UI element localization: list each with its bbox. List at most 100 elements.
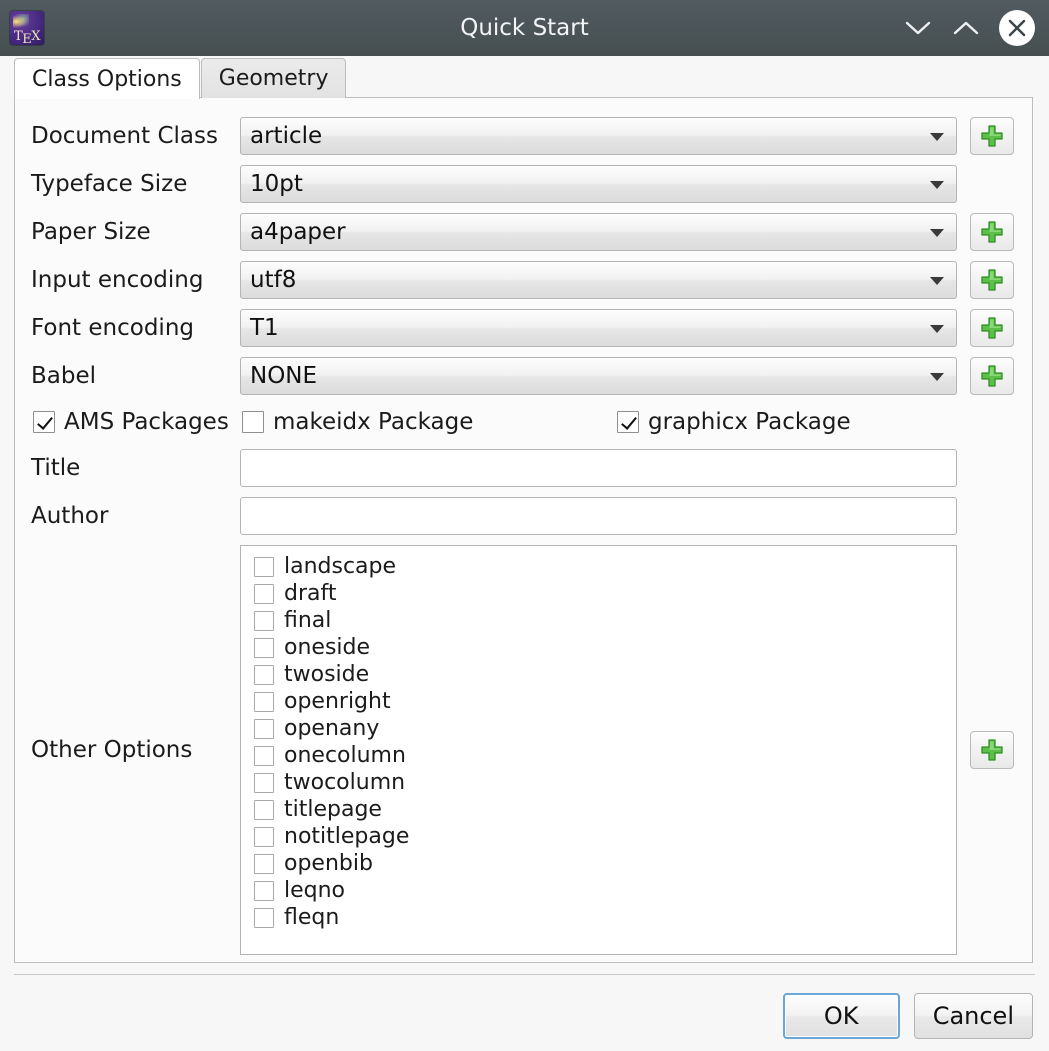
title-input[interactable] [240, 449, 957, 487]
option-item[interactable]: openany [254, 715, 956, 742]
option-label: openright [284, 689, 391, 714]
option-label: fleqn [284, 905, 339, 930]
logo-tex-text: TEX [10, 30, 44, 43]
class-options-panel: Document Class article Typeface Size [14, 98, 1033, 963]
option-item[interactable]: titlepage [254, 796, 956, 823]
combobox-document-class-value: article [250, 123, 322, 149]
chevron-down-icon [930, 229, 944, 237]
combobox-paper-size[interactable]: a4paper [240, 213, 957, 251]
author-spacer [970, 497, 1014, 535]
checkbox-ams-packages-box [33, 411, 55, 433]
option-checkbox [254, 854, 274, 874]
option-label: notitlepage [284, 824, 409, 849]
option-checkbox [254, 827, 274, 847]
combobox-paper-size-value: a4paper [250, 219, 346, 245]
option-item[interactable]: draft [254, 580, 956, 607]
option-checkbox [254, 908, 274, 928]
add-babel-button[interactable] [970, 357, 1014, 395]
add-icon [979, 363, 1005, 389]
tab-geometry-label: Geometry [219, 66, 329, 91]
label-input-encoding: Input encoding [31, 267, 240, 293]
option-item[interactable]: final [254, 607, 956, 634]
other-options-add-wrap [970, 545, 1014, 955]
dialog-footer: OK Cancel [0, 981, 1049, 1051]
add-icon [979, 315, 1005, 341]
footer-separator [14, 974, 1035, 975]
checkbox-makeidx-package-label: makeidx Package [273, 409, 473, 435]
option-label: draft [284, 581, 336, 606]
add-other-option-button[interactable] [970, 731, 1014, 769]
combobox-document-class[interactable]: article [240, 117, 957, 155]
label-font-encoding: Font encoding [31, 315, 240, 341]
label-babel: Babel [31, 363, 240, 389]
add-input-encoding-button[interactable] [970, 261, 1014, 299]
cancel-button-label: Cancel [933, 1002, 1014, 1030]
typeface-size-spacer [970, 165, 1014, 203]
label-paper-size: Paper Size [31, 219, 240, 245]
option-item[interactable]: twocolumn [254, 769, 956, 796]
field-row-title: Title [31, 444, 1014, 492]
chevron-down-icon [930, 133, 944, 141]
combobox-input-encoding-value: utf8 [250, 267, 296, 293]
tab-class-options[interactable]: Class Options [14, 58, 200, 99]
option-label: oneside [284, 635, 370, 660]
ok-button-label: OK [824, 1002, 859, 1030]
title-spacer [970, 449, 1014, 487]
combobox-typeface-size-value: 10pt [250, 171, 303, 197]
chevron-down-icon [930, 181, 944, 189]
option-item[interactable]: twoside [254, 661, 956, 688]
field-row-document-class: Document Class article [31, 112, 1014, 160]
add-document-class-button[interactable] [970, 117, 1014, 155]
option-label: twoside [284, 662, 369, 687]
option-item[interactable]: leqno [254, 877, 956, 904]
option-label: openbib [284, 851, 373, 876]
logo-sparkle [13, 14, 29, 28]
add-icon [979, 219, 1005, 245]
option-label: twocolumn [284, 770, 405, 795]
author-input[interactable] [240, 497, 957, 535]
cancel-button[interactable]: Cancel [914, 993, 1033, 1039]
combobox-font-encoding[interactable]: T1 [240, 309, 957, 347]
add-paper-size-button[interactable] [970, 213, 1014, 251]
field-row-babel: Babel NONE [31, 352, 1014, 400]
combobox-input-encoding[interactable]: utf8 [240, 261, 957, 299]
chevron-down-icon [930, 277, 944, 285]
option-label: leqno [284, 878, 345, 903]
add-font-encoding-button[interactable] [970, 309, 1014, 347]
option-label: openany [284, 716, 379, 741]
chevron-up-icon[interactable] [951, 13, 981, 43]
combobox-font-encoding-value: T1 [250, 315, 279, 341]
checkbox-ams-packages-label: AMS Packages [64, 409, 229, 435]
ok-button[interactable]: OK [783, 993, 900, 1039]
option-item[interactable]: openbib [254, 850, 956, 877]
field-row-paper-size: Paper Size a4paper [31, 208, 1014, 256]
class-options-form: Document Class article Typeface Size [15, 98, 1032, 955]
other-options-list[interactable]: landscapedraftfinalonesidetwosideopenrig… [240, 545, 957, 955]
checkbox-ams-packages[interactable]: AMS Packages [33, 409, 242, 435]
option-item[interactable]: notitlepage [254, 823, 956, 850]
option-item[interactable]: fleqn [254, 904, 956, 931]
packages-row: AMS Packages makeidx Package graphicx Pa… [31, 400, 1014, 444]
option-item[interactable]: onecolumn [254, 742, 956, 769]
checkbox-graphicx-package[interactable]: graphicx Package [617, 409, 851, 435]
combobox-typeface-size[interactable]: 10pt [240, 165, 957, 203]
option-checkbox [254, 611, 274, 631]
option-checkbox [254, 746, 274, 766]
field-row-author: Author [31, 492, 1014, 540]
add-icon [979, 267, 1005, 293]
window-controls [903, 10, 1035, 46]
option-item[interactable]: openright [254, 688, 956, 715]
chevron-down-icon[interactable] [903, 13, 933, 43]
label-title: Title [31, 455, 240, 481]
option-checkbox [254, 692, 274, 712]
tab-geometry[interactable]: Geometry [201, 58, 347, 98]
option-label: titlepage [284, 797, 382, 822]
option-item[interactable]: landscape [254, 553, 956, 580]
checkbox-makeidx-package[interactable]: makeidx Package [242, 409, 617, 435]
close-icon[interactable] [999, 10, 1035, 46]
combobox-babel[interactable]: NONE [240, 357, 957, 395]
title-bar: TEX Quick Start [0, 0, 1049, 56]
label-other-options: Other Options [31, 545, 240, 955]
option-label: landscape [284, 554, 396, 579]
option-item[interactable]: oneside [254, 634, 956, 661]
